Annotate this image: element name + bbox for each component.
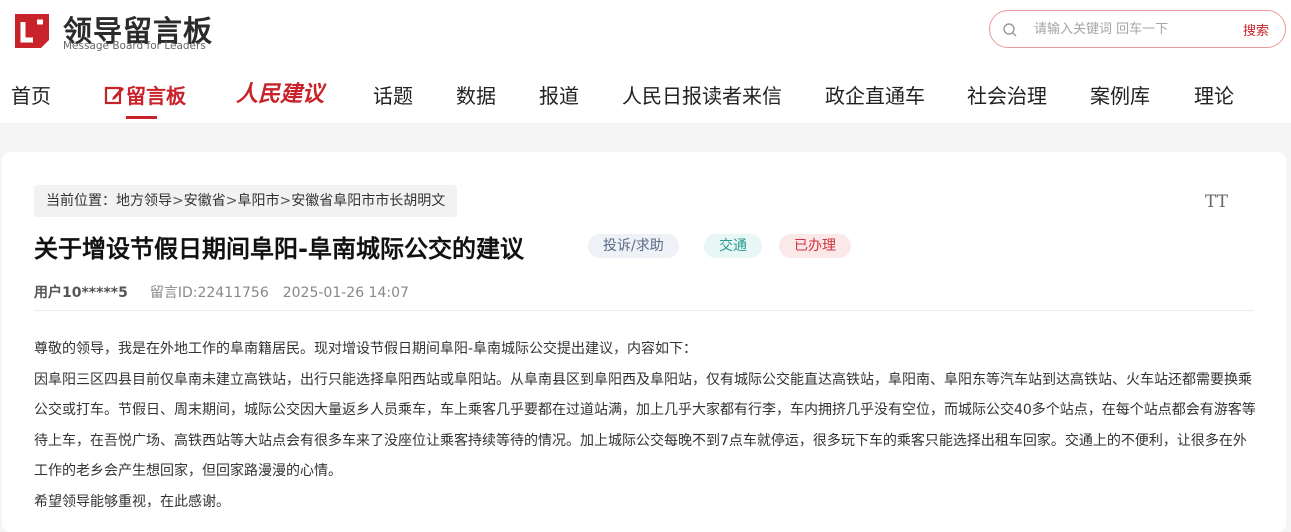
message-paragraph: 因阜阳三区四县目前仅阜南未建立高铁站，出行只能选择阜阳西站或阜阳站。从阜南县区到… (34, 371, 1256, 480)
logo-mark-icon (15, 14, 49, 48)
breadcrumb-separator: > (279, 193, 292, 209)
site-logo[interactable]: 领导留言板 Message Board for Leaders (11, 8, 221, 54)
main-nav: 首页 留言板 人民建议 话题 数据 报道 人民日报读者来信 政企直通车 社会治理… (0, 72, 1291, 120)
breadcrumb-item[interactable]: 安徽省阜阳市市长胡明文 (291, 193, 445, 209)
nav-item-board-label: 留言板 (126, 84, 186, 108)
font-size-toggle-icon[interactable]: TT (1205, 192, 1228, 212)
nav-item-report[interactable]: 报道 (539, 80, 579, 109)
search-button[interactable]: 搜索 (1243, 20, 1269, 39)
nav-item-letters[interactable]: 人民日报读者来信 (622, 80, 782, 109)
divider (34, 310, 1254, 311)
message-body: 尊敬的领导，我是在外地工作的阜南籍居民。现对增设节假日期间阜阳-阜南城际公交提出… (34, 334, 1256, 517)
search-input[interactable] (1034, 19, 1214, 39)
breadcrumb-item[interactable]: 地方领导 (116, 193, 172, 209)
search-icon[interactable] (1002, 22, 1018, 38)
tag-domain-badge: 交通 (704, 234, 762, 258)
message-id: 留言ID:22411756 (149, 285, 269, 301)
message-card: 当前位置：地方领导>安徽省>阜阳市>安徽省阜阳市市长胡明文 TT 关于增设节假日… (2, 152, 1286, 532)
post-author: 用户10*****5 (34, 285, 128, 301)
nav-item-biz[interactable]: 政企直通车 (825, 80, 925, 109)
breadcrumb-item[interactable]: 阜阳市 (237, 193, 279, 209)
breadcrumb-separator: > (172, 193, 184, 209)
nav-item-suggest[interactable]: 人民建议 (236, 76, 324, 108)
nav-item-data[interactable]: 数据 (456, 80, 496, 109)
message-paragraph: 尊敬的领导，我是在外地工作的阜南籍居民。现对增设节假日期间阜阳-阜南城际公交提出… (34, 341, 698, 357)
post-meta: 用户10*****5 留言ID:22411756 2025-01-26 14:07 (34, 282, 409, 302)
edit-icon (104, 86, 124, 105)
page-title: 关于增设节假日期间阜阳-阜南城际公交的建议 (34, 235, 524, 263)
breadcrumb-label: 当前位置： (46, 193, 116, 209)
message-paragraph: 希望领导能够重视，在此感谢。 (34, 493, 230, 510)
status-badge: 已办理 (779, 234, 851, 258)
nav-active-underline (126, 116, 157, 119)
nav-item-topics[interactable]: 话题 (373, 80, 413, 109)
tag-type-badge: 投诉/求助 (588, 234, 679, 258)
top-header: 领导留言板 Message Board for Leaders 搜索 首页 留言… (0, 0, 1291, 123)
breadcrumb-separator: > (225, 193, 238, 209)
nav-item-board[interactable]: 留言板 (104, 80, 186, 109)
breadcrumb-item[interactable]: 安徽省 (184, 193, 226, 209)
nav-item-social[interactable]: 社会治理 (967, 80, 1047, 109)
search-box: 搜索 (989, 10, 1286, 48)
nav-item-home[interactable]: 首页 (11, 80, 51, 109)
nav-item-theory[interactable]: 理论 (1194, 80, 1234, 109)
breadcrumb: 当前位置：地方领导>安徽省>阜阳市>安徽省阜阳市市长胡明文 (34, 185, 458, 217)
logo-subtitle: Message Board for Leaders (63, 40, 206, 52)
post-datetime: 2025-01-26 14:07 (282, 285, 409, 301)
nav-item-cases[interactable]: 案例库 (1090, 80, 1150, 109)
